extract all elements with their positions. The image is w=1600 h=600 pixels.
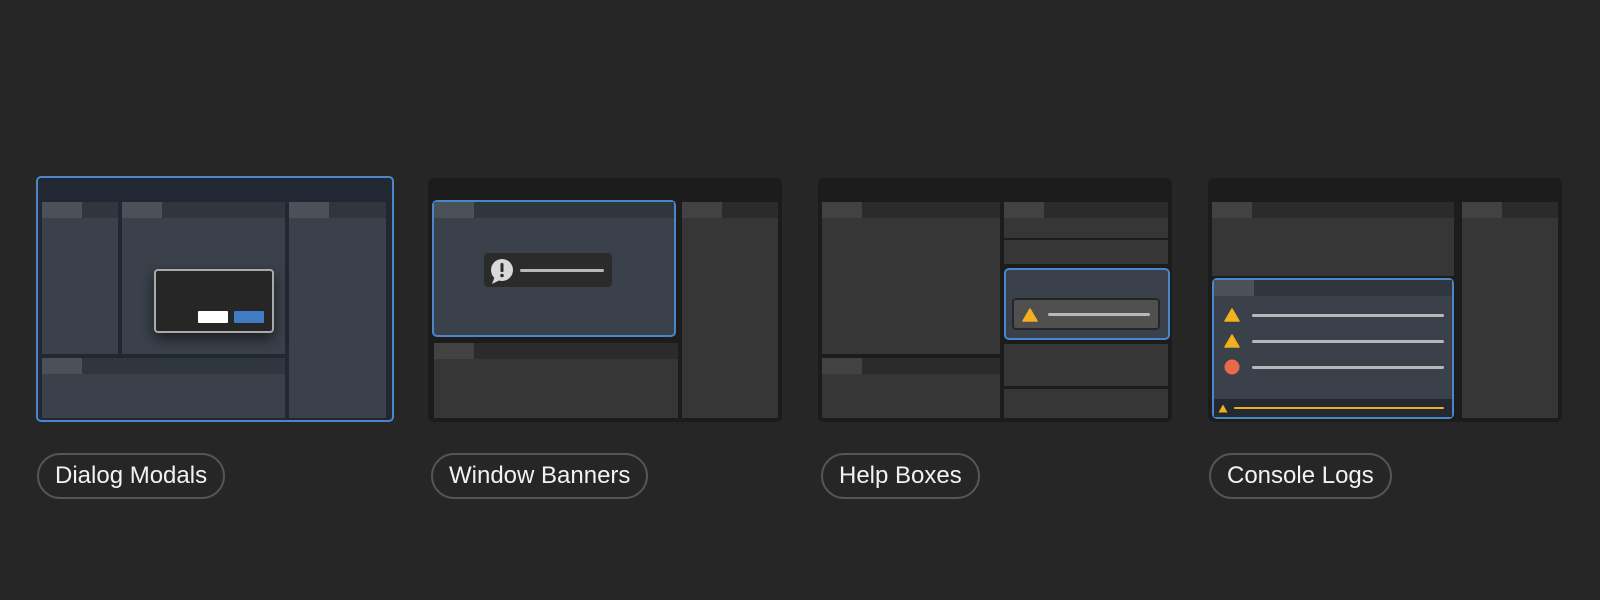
highlighted-panel [432, 200, 676, 337]
main-panel [822, 202, 1000, 354]
right-top-panel [1004, 202, 1168, 238]
right-strip-3 [1004, 389, 1168, 418]
exclamation-bubble-icon [491, 259, 513, 284]
help-box-panel [1004, 268, 1170, 340]
label-console-logs[interactable]: Console Logs [1209, 453, 1392, 499]
dialog-modals-illustration [36, 176, 394, 422]
side-panel [1462, 202, 1558, 418]
left-panel [42, 202, 118, 354]
help-boxes-illustration [818, 178, 1172, 422]
label-window-banners[interactable]: Window Banners [431, 453, 649, 499]
top-panel [1212, 202, 1454, 276]
right-panel [289, 202, 386, 418]
bottom-panel [42, 358, 285, 418]
warning-triangle-icon [1224, 334, 1240, 348]
console-status-bar [1214, 399, 1452, 417]
window-banner [484, 253, 612, 287]
error-circle-icon [1224, 359, 1240, 375]
window-banners-illustration [428, 178, 782, 422]
warning-triangle-icon [1218, 404, 1228, 413]
dialog-confirm-button [234, 311, 264, 323]
dialog-modal [154, 269, 274, 333]
label-help-boxes[interactable]: Help Boxes [821, 453, 980, 499]
side-panel [682, 202, 778, 418]
warning-triangle-icon [1224, 308, 1240, 322]
console-panel [1212, 278, 1454, 419]
help-box [1012, 298, 1160, 330]
warning-triangle-icon [1022, 308, 1038, 322]
right-strip-1 [1004, 240, 1168, 264]
bottom-left-panel [822, 358, 1000, 418]
dialog-cancel-button [198, 311, 228, 323]
bottom-panel [434, 343, 678, 418]
right-strip-2 [1004, 344, 1168, 386]
label-dialog-modals[interactable]: Dialog Modals [37, 453, 226, 499]
console-logs-illustration [1208, 178, 1562, 422]
